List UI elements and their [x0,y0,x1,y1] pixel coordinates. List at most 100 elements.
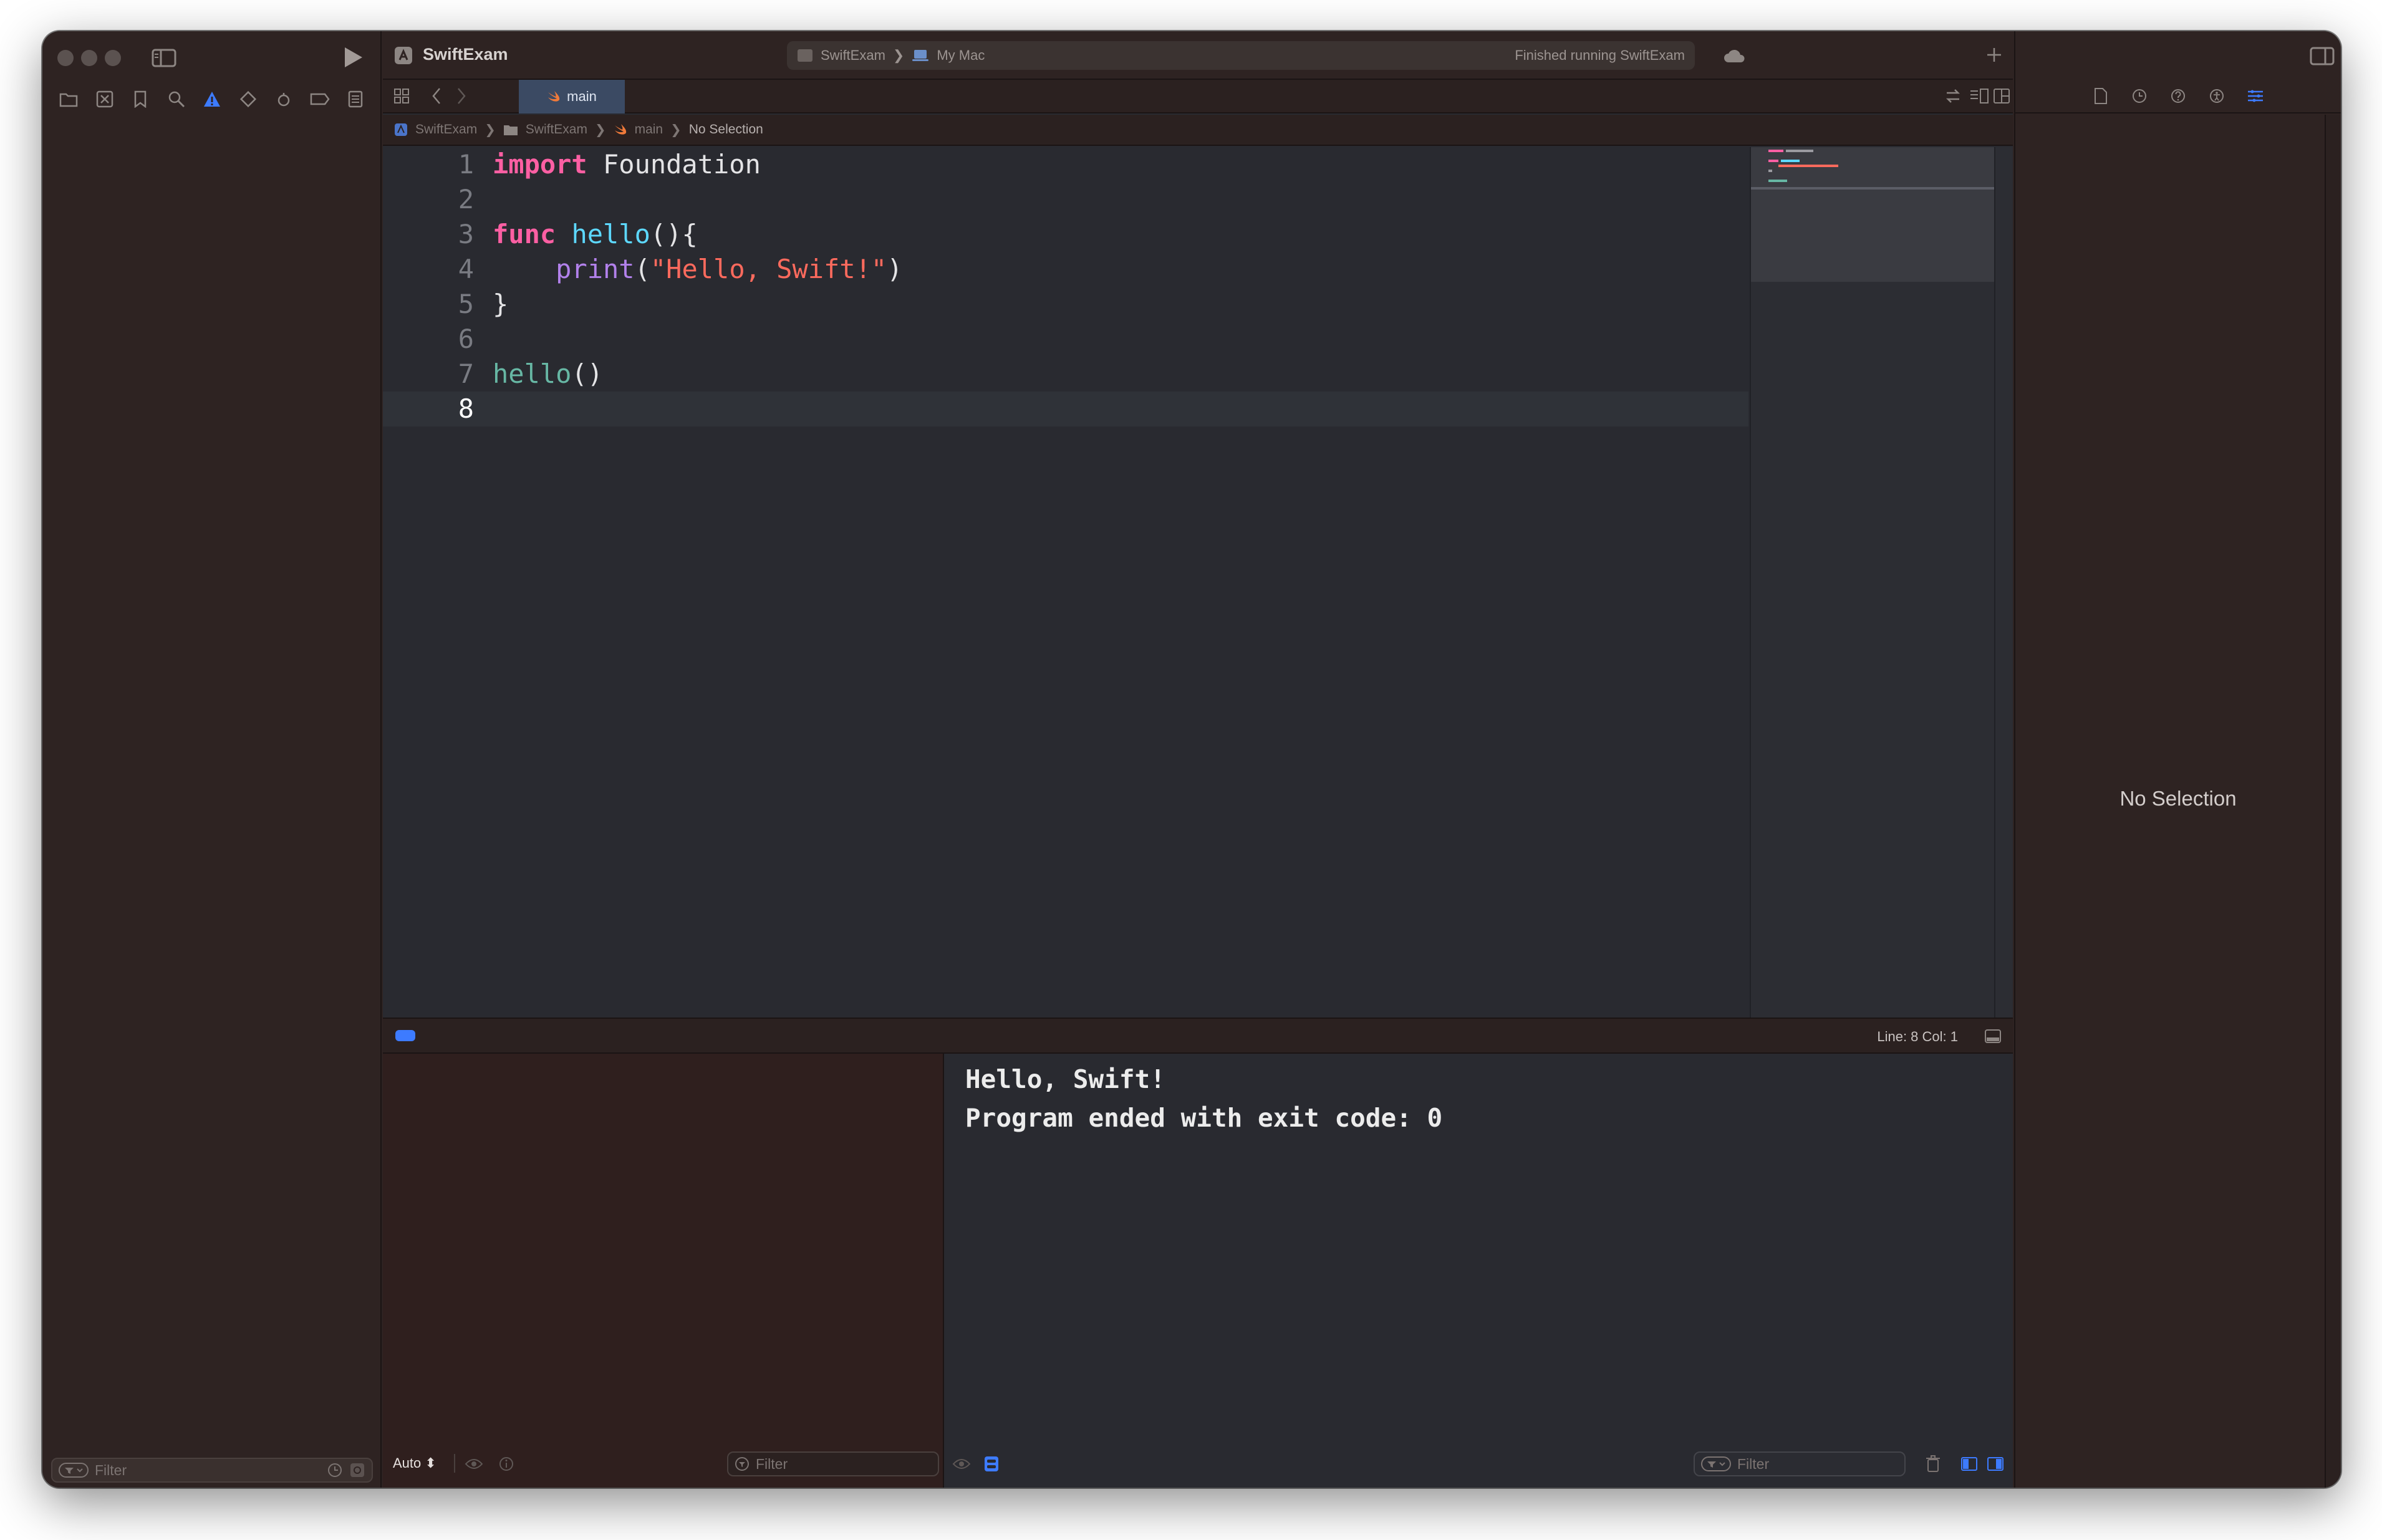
project-title: SwiftExam [423,45,508,64]
bookmark-navigator-icon[interactable] [127,85,154,113]
run-destination-selector[interactable]: My Mac [937,47,985,64]
console-view[interactable]: Hello, Swift! Program ended with exit cod… [945,1054,2013,1488]
filter-options-icon[interactable] [1701,1456,1731,1471]
breakpoint-navigator-icon[interactable] [306,85,334,113]
source-control-filter-icon[interactable] [349,1462,365,1478]
console-output: Hello, Swift! Program ended with exit cod… [965,1060,1442,1137]
code-line-current[interactable]: 8 [383,392,1748,426]
attributes-inspector-sliders-icon[interactable] [2243,84,2268,108]
scheme-selector[interactable]: SwiftExam [821,47,885,64]
breadcrumb-project[interactable]: SwiftExam [415,122,477,137]
code-line[interactable]: 1 import Foundation [383,147,1748,182]
close-window-button[interactable] [57,50,74,66]
code-line[interactable]: 5 } [383,287,1748,322]
report-navigator-icon[interactable] [342,85,369,113]
navigator-filter-field[interactable]: Filter [51,1458,373,1483]
chevron-right-icon: ❯ [485,122,496,137]
variables-filter-placeholder: Filter [756,1455,788,1472]
find-navigator-search-icon[interactable] [163,85,190,113]
quick-help-question-icon[interactable] [2166,84,2191,108]
console-filter-field[interactable]: Filter [1694,1451,1906,1476]
editor-scrollbar[interactable] [1994,147,2013,1018]
xcode-window: Filter SwiftExam SwiftExam ❯ My Mac Fini… [42,31,2341,1488]
breakpoints-toggle-button[interactable] [395,1030,415,1041]
navigator-sidebar: Filter [42,31,382,1488]
minimap-current-line [1751,187,1995,190]
toggle-inspector-icon[interactable] [2308,44,2336,69]
activity-status-text: Finished running SwiftExam [1515,47,1685,63]
minimap-code-mark [1768,180,1787,182]
recent-files-clock-icon[interactable] [327,1462,343,1478]
line-number: 7 [458,359,474,389]
file-inspector-icon[interactable] [2088,84,2113,108]
hide-debug-area-icon[interactable] [1982,1025,2004,1047]
adjust-editor-options-icon[interactable] [1941,84,1965,108]
scope-selector-label: Auto [393,1455,422,1471]
trash-icon[interactable] [1922,1453,1944,1475]
swift-crumb-icon [614,123,627,137]
code-line[interactable]: 2 [383,182,1748,217]
divider [454,1454,455,1473]
breadcrumb-file[interactable]: main [635,122,663,137]
add-plus-icon[interactable] [1982,42,2007,67]
back-chevron-icon[interactable] [424,84,449,108]
chevron-right-icon: ❯ [670,122,682,137]
eye-icon[interactable] [463,1453,485,1475]
line-number: 2 [458,184,474,214]
cloud-icon[interactable] [1720,44,1750,69]
filter-options-icon[interactable] [59,1463,89,1478]
run-button[interactable] [338,42,368,72]
forward-chevron-icon[interactable] [449,84,474,108]
source-control-navigator-icon[interactable] [91,85,118,113]
inspector-selector-bar [2015,80,2341,113]
scheme-app-icon [797,49,813,62]
filter-icon [735,1456,750,1471]
line-number: 8 [458,393,474,424]
issue-navigator-warning-icon[interactable] [198,85,226,113]
toggle-navigator-icon[interactable] [150,44,178,72]
chevron-right-icon: ❯ [892,47,905,63]
breadcrumb-symbol[interactable]: No Selection [689,122,763,137]
console-filter-placeholder: Filter [1737,1455,1770,1472]
code-line[interactable]: 3 func hello(){ [383,217,1748,252]
project-navigator-folder-icon[interactable] [55,85,82,113]
console-line: Hello, Swift! [965,1064,1165,1094]
show-console-view-icon[interactable] [1984,1453,2007,1475]
grid-related-items-icon[interactable] [389,84,414,108]
breadcrumb: SwiftExam ❯ SwiftExam ❯ main ❯ No Select… [383,115,2013,146]
tab-main[interactable]: main [519,80,625,113]
history-inspector-clock-icon[interactable] [2127,84,2152,108]
eye-icon[interactable] [950,1453,973,1475]
test-navigator-diamond-icon[interactable] [234,85,262,113]
console-options-icon[interactable] [980,1453,1003,1475]
code-text: import Foundation [493,149,761,180]
accessibility-inspector-icon[interactable] [2204,84,2229,108]
breadcrumb-group[interactable]: SwiftExam [526,122,587,137]
minimap-code-mark [1786,150,1813,152]
line-number: 3 [458,219,474,249]
debug-navigator-icon[interactable] [270,85,297,113]
chevron-right-icon: ❯ [594,122,606,137]
line-number: 4 [458,254,474,284]
code-line[interactable]: 7 hello() [383,357,1748,392]
code-line[interactable]: 4 print("Hello, Swift!") [383,252,1748,287]
console-line: Program ended with exit code: 0 [965,1103,1443,1133]
info-icon[interactable] [495,1453,518,1475]
activity-scheme-bar[interactable]: SwiftExam ❯ My Mac Finished running Swif… [787,41,1695,70]
minimap-code-mark [1781,160,1800,162]
editor-area: SwiftExam SwiftExam ❯ My Mac Finished ru… [383,31,2013,1488]
canvas-toggle-icon[interactable] [1967,84,1992,108]
split-editor-icon[interactable] [1989,84,2014,108]
variables-filter-field[interactable]: Filter [727,1451,939,1476]
minimap[interactable] [1750,147,1995,1018]
line-number: 5 [458,289,474,319]
minimap-visible-region[interactable] [1751,147,1995,282]
zoom-window-button[interactable] [105,50,121,66]
minimap-code-mark [1768,170,1772,172]
minimize-window-button[interactable] [81,50,97,66]
scope-selector[interactable]: Auto ⬍ [393,1455,436,1471]
show-variables-view-icon[interactable] [1958,1453,1980,1475]
variables-view[interactable]: Auto ⬍ Filter [383,1054,944,1488]
source-editor[interactable]: 1 import Foundation 2 3 func hello(){ 4 … [383,147,1748,1018]
code-line[interactable]: 6 [383,322,1748,357]
